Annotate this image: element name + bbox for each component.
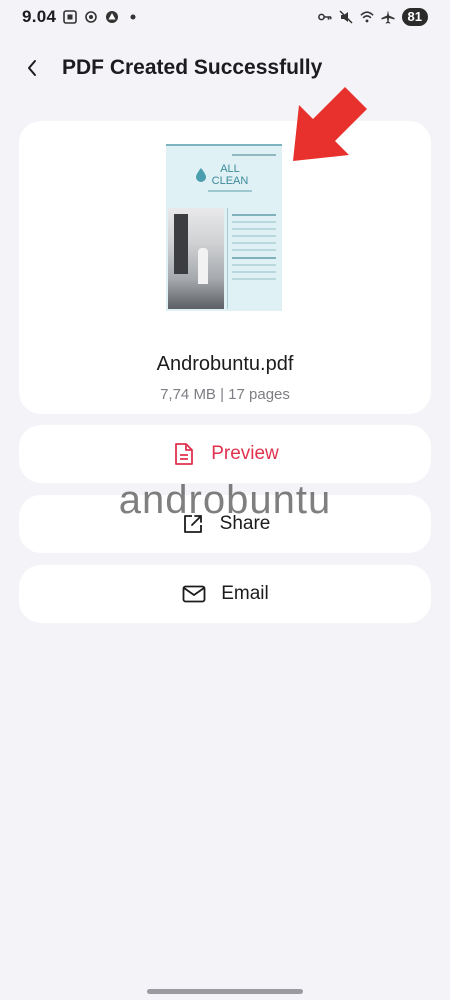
file-name: Androbuntu.pdf (156, 353, 294, 375)
notification-dot-icon (126, 10, 140, 24)
drive-icon (105, 10, 119, 24)
thumbnail-service-list (227, 208, 280, 309)
app-header: PDF Created Successfully (18, 48, 322, 88)
status-right: 81 (317, 8, 428, 26)
thumbnail-photo (168, 208, 224, 309)
thumbnail-list-line (232, 271, 276, 273)
pdf-thumbnail[interactable]: ALL CLEAN (166, 144, 282, 311)
file-preview-card: ALL CLEAN Androbuntu.pdf 7,74 MB | 17 pa… (19, 87, 431, 414)
thumbnail-list-line (232, 242, 276, 244)
thumbnail-list-line (232, 221, 276, 223)
mail-icon (181, 581, 207, 607)
thumbnail-window (174, 214, 188, 274)
red-arrow-icon (293, 87, 367, 161)
status-left: 9.04 (22, 7, 140, 27)
preview-label: Preview (211, 443, 279, 464)
thumbnail-logo-subline (208, 190, 252, 192)
thumbnail-contact-line (232, 154, 276, 156)
thumbnail-person (198, 248, 208, 284)
sync-icon (84, 10, 98, 24)
vpn-key-icon (317, 10, 332, 24)
back-button[interactable] (18, 50, 46, 86)
thumbnail-list-heading (232, 257, 276, 259)
page-title: PDF Created Successfully (62, 56, 323, 79)
email-button[interactable]: Email (19, 565, 431, 623)
thumbnail-list-line (232, 249, 276, 251)
thumbnail-logo-line2: CLEAN (211, 175, 249, 187)
thumbnail-list-line (232, 228, 276, 230)
share-icon (180, 511, 206, 537)
status-bar: 9.04 81 (0, 0, 450, 34)
preview-button[interactable]: Preview (19, 425, 431, 483)
share-label: Share (219, 513, 271, 534)
mute-icon (339, 10, 353, 24)
thumbnail-list-line (232, 278, 276, 280)
thumbnail-list-line (232, 264, 276, 266)
document-icon (171, 441, 197, 467)
droplet-icon (196, 168, 206, 182)
thumbnail-header: ALL CLEAN (166, 146, 282, 206)
wifi-icon (359, 10, 374, 24)
home-indicator[interactable] (147, 989, 303, 994)
thumbnail-logo: ALL CLEAN (196, 163, 260, 192)
email-label: Email (221, 583, 269, 604)
chevron-left-icon (28, 60, 36, 76)
thumbnail-list-heading (232, 214, 276, 216)
share-button[interactable]: Share (19, 495, 431, 553)
screenshot-icon (63, 10, 78, 24)
thumbnail-logo-line1: ALL (220, 163, 240, 175)
airplane-mode-icon (381, 10, 395, 24)
thumbnail-list-line (232, 235, 276, 237)
file-meta: 7,74 MB | 17 pages (160, 386, 290, 403)
status-time: 9.04 (22, 7, 57, 26)
battery-level: 81 (401, 8, 428, 26)
